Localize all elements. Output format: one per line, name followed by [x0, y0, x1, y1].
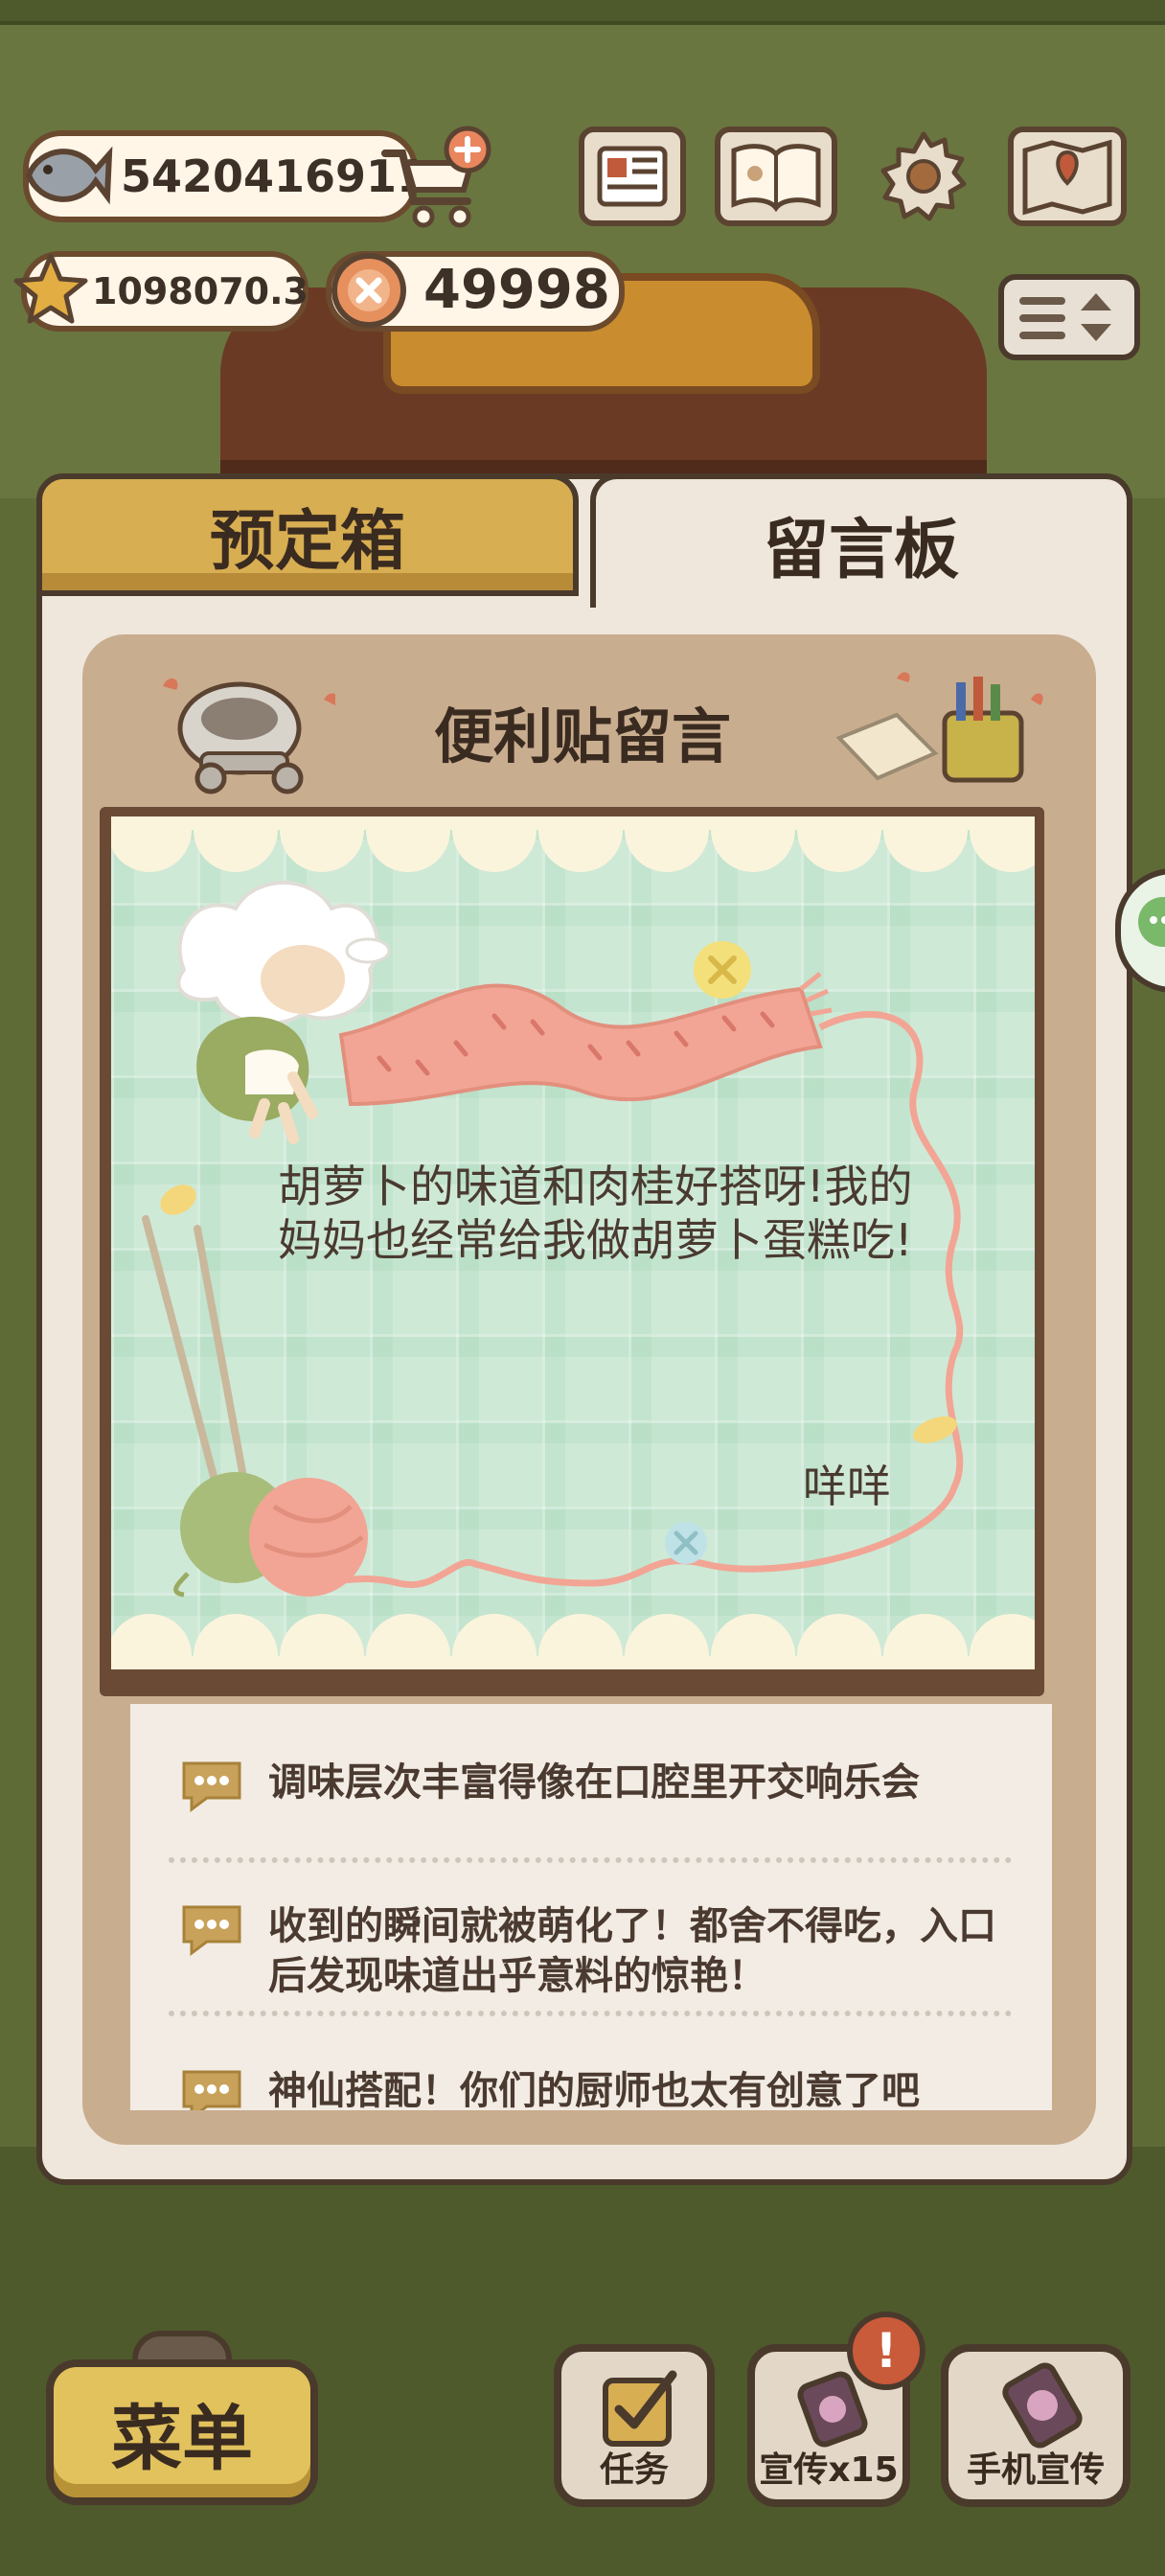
- sticky-note-message: 胡萝卜的味道和肉桂好搭呀!我的妈妈也经常给我做胡萝卜蛋糕吃!: [278, 1161, 913, 1266]
- tab-booking-label: 预定箱: [209, 503, 405, 580]
- map-icon: [1022, 139, 1112, 216]
- list-item: 收到的瞬间就被萌化了！都舍不得吃，入口后发现味道出乎意料的惊艳！: [178, 1901, 1002, 2001]
- badge-text: !: [875, 2323, 898, 2379]
- fish-icon: [21, 132, 113, 218]
- menu-button[interactable]: 菜单: [46, 2359, 318, 2505]
- message-text: 神仙搭配！你们的厨师也太有创意了吧: [268, 2069, 920, 2110]
- star-currency-value: 1098070.3: [92, 270, 308, 312]
- notification-badge: !: [847, 2312, 925, 2390]
- recipe-book-button[interactable]: [715, 126, 837, 226]
- newspaper-button[interactable]: [579, 126, 686, 226]
- message-text: 调味层次丰富得像在口腔里开交响乐会: [268, 1760, 920, 1805]
- sticky-note-title: 便利贴留言: [433, 702, 731, 771]
- newspaper-icon: [597, 146, 668, 207]
- coin-currency-value: 49998: [423, 259, 610, 321]
- background-fence: [0, 0, 1165, 25]
- phone-icon: [1002, 2362, 1083, 2449]
- layout-toggle-button[interactable]: [998, 274, 1140, 360]
- checklist-icon: [603, 2370, 677, 2447]
- speech-bubble-icon: [182, 2070, 241, 2110]
- phone-promote-label: 手机宣传: [966, 2450, 1105, 2490]
- star-icon: [10, 247, 92, 330]
- tab-message-board[interactable]: 留言板: [590, 473, 1132, 608]
- tasks-button[interactable]: 任务: [554, 2344, 715, 2507]
- divider: [169, 2011, 1012, 2016]
- settings-button[interactable]: [870, 126, 977, 226]
- divider: [169, 1857, 1012, 1863]
- speech-bubble-icon: [182, 1905, 241, 1956]
- sort-icon: [1019, 293, 1111, 341]
- sticky-note-signature: 咩咩: [803, 1460, 891, 1512]
- coin-icon: [326, 247, 412, 334]
- list-item: 神仙搭配！你们的厨师也太有创意了吧: [178, 2066, 1002, 2110]
- gear-icon: [880, 131, 967, 221]
- phone-promote-button[interactable]: 手机宣传: [941, 2344, 1131, 2507]
- list-item: 调味层次丰富得像在口腔里开交响乐会: [178, 1758, 1002, 1813]
- menu-button-label: 菜单: [111, 2397, 253, 2480]
- message-text: 收到的瞬间就被萌化了！都舍不得吃，入口后发现味道出乎意料的惊艳！: [268, 1904, 996, 1998]
- chat-icon: [1138, 897, 1165, 947]
- tab-booking-box[interactable]: 预定箱: [36, 473, 579, 596]
- promote-label: 宣传x15: [759, 2450, 899, 2490]
- tasks-label: 任务: [599, 2450, 669, 2490]
- tab-message-board-label: 留言板: [763, 512, 959, 588]
- shop-cart-button[interactable]: [376, 121, 494, 234]
- map-button[interactable]: [1008, 126, 1127, 226]
- speech-bubble-icon: [182, 1761, 241, 1812]
- book-icon: [731, 144, 821, 212]
- message-list[interactable]: 调味层次丰富得像在口腔里开交响乐会 收到的瞬间就被萌化了！都舍不得吃，入口后发现…: [130, 1704, 1052, 2110]
